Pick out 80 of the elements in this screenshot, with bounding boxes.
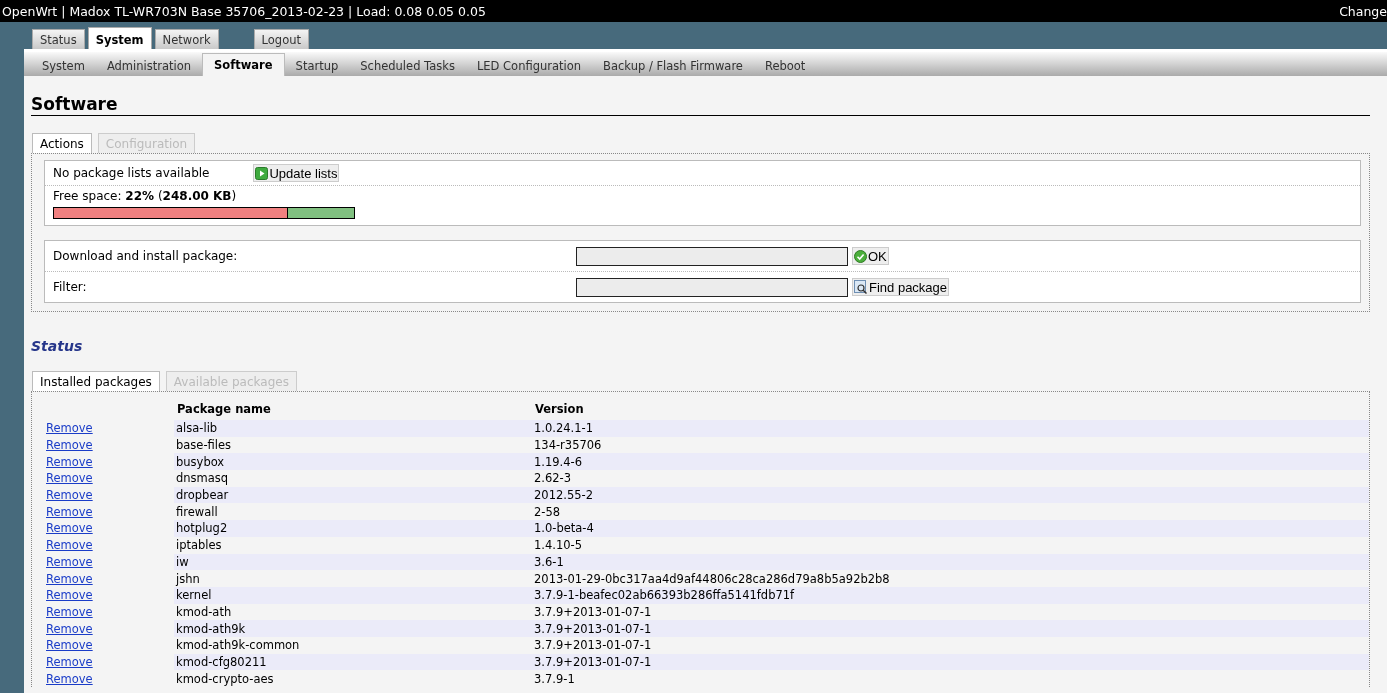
- update-lists-button[interactable]: Update lists: [253, 164, 340, 182]
- sub-tab[interactable]: Software: [202, 53, 285, 76]
- table-cell: 1.0.24.1-1: [532, 420, 1369, 437]
- table-cell: 3.7.9-1-beafec02ab66393b286ffa5141fdb71f: [532, 586, 1369, 604]
- package-url-field[interactable]: [576, 246, 848, 266]
- table-cell: kmod-crypto-aes: [174, 670, 532, 687]
- table-cell: firewall: [174, 503, 532, 521]
- table-cell: 1.0-beta-4: [532, 520, 1369, 537]
- changes-link[interactable]: Change: [1339, 3, 1387, 19]
- table-cell: kernel: [174, 586, 532, 604]
- remove-link[interactable]: Remove: [46, 488, 93, 503]
- remove-link[interactable]: Remove: [46, 654, 93, 669]
- table-cell: busybox: [174, 453, 532, 471]
- table-cell: 3.7.9+2013-01-07-1: [532, 636, 1369, 654]
- ok-button[interactable]: OK: [852, 247, 889, 265]
- section-tab[interactable]: Installed packages: [32, 371, 160, 391]
- filter-field[interactable]: [576, 277, 848, 297]
- remove-link[interactable]: Remove: [46, 504, 93, 519]
- table-cell: alsa-lib: [174, 420, 532, 437]
- table-cell: kmod-ath: [174, 603, 532, 621]
- sub-tab[interactable]: Reboot: [753, 55, 817, 76]
- remove-link[interactable]: Remove: [46, 454, 93, 469]
- table-cell: dropbear: [174, 486, 532, 504]
- sub-tab[interactable]: System: [31, 55, 96, 76]
- table-cell: kmod-ath9k-common: [174, 636, 532, 654]
- remove-link[interactable]: Remove: [46, 554, 93, 569]
- sub-tab[interactable]: Backup / Flash Firmware: [592, 55, 754, 76]
- play-icon: [255, 166, 269, 180]
- section-title: Status: [31, 338, 84, 354]
- table-cell: 3.7.9+2013-01-07-1: [532, 620, 1369, 637]
- table-cell: 3.7.9+2013-01-07-1: [532, 653, 1369, 671]
- table-cell: 1.4.10-5: [532, 536, 1369, 554]
- sub-tab[interactable]: Startup: [284, 55, 350, 76]
- table-cell: iptables: [174, 536, 532, 554]
- find-package-button[interactable]: Find package: [852, 278, 950, 296]
- remove-link[interactable]: Remove: [46, 438, 93, 453]
- table-cell: base-files: [174, 436, 532, 454]
- table-cell: kmod-cfg80211: [174, 653, 532, 671]
- section-tab[interactable]: Actions: [32, 133, 92, 153]
- field-label: Download and install package:: [53, 249, 239, 263]
- remove-link[interactable]: Remove: [46, 621, 93, 636]
- table-cell: 1.19.4-6: [532, 453, 1369, 471]
- page-title: Software: [31, 94, 1370, 116]
- table-cell: 3.7.9+2013-01-07-1: [532, 603, 1369, 621]
- column-header: Package name: [174, 398, 532, 420]
- main-tab[interactable]: Network: [154, 29, 219, 49]
- checkmark-icon: [854, 249, 867, 263]
- remove-link[interactable]: Remove: [46, 471, 93, 486]
- table-cell: kmod-ath9k: [174, 620, 532, 637]
- logout-tab[interactable]: Logout: [253, 29, 309, 49]
- free-space-text: Free space: 22% (248.00 KB): [53, 189, 237, 203]
- magnifier-icon: [854, 280, 868, 294]
- sub-tab[interactable]: LED Configuration: [465, 55, 593, 76]
- table-cell: 2.62-3: [532, 470, 1369, 487]
- main-tab[interactable]: System: [87, 27, 152, 49]
- remove-link[interactable]: Remove: [46, 571, 93, 586]
- sub-tab[interactable]: Administration: [95, 55, 203, 76]
- remove-link[interactable]: Remove: [46, 638, 93, 653]
- table-cell: 2013-01-29-0bc317aa4d9af44806c28ca286d79a8b5a92b2b8: [532, 570, 1369, 587]
- table-cell: hotplug2: [174, 520, 532, 537]
- remove-link[interactable]: Remove: [46, 604, 93, 619]
- sub-tab[interactable]: Scheduled Tasks: [349, 55, 466, 76]
- table-cell: 3.6-1: [532, 553, 1369, 571]
- remove-link[interactable]: Remove: [46, 538, 93, 553]
- remove-link[interactable]: Remove: [46, 588, 93, 603]
- table-cell: iw: [174, 553, 532, 571]
- table-cell: 2-58: [532, 503, 1369, 521]
- table-cell: 3.7.9-1: [532, 670, 1369, 687]
- table-cell: 2012.55-2: [532, 486, 1369, 504]
- remove-link[interactable]: Remove: [46, 521, 93, 536]
- column-header: Version: [532, 398, 1369, 420]
- table-cell: 134-r35706: [532, 436, 1369, 454]
- header-title: OpenWrt | Madox TL-WR703N Base 35706_2013-02-23 | Load: 0.08 0.05 0.05: [2, 3, 486, 19]
- remove-link[interactable]: Remove: [46, 671, 93, 686]
- main-tab[interactable]: Status: [32, 29, 85, 49]
- table-cell: dnsmasq: [174, 470, 532, 487]
- status-text: No package lists available: [53, 166, 210, 180]
- field-label: Filter:: [53, 280, 88, 294]
- remove-link[interactable]: Remove: [46, 421, 93, 436]
- table-cell: jshn: [174, 570, 532, 587]
